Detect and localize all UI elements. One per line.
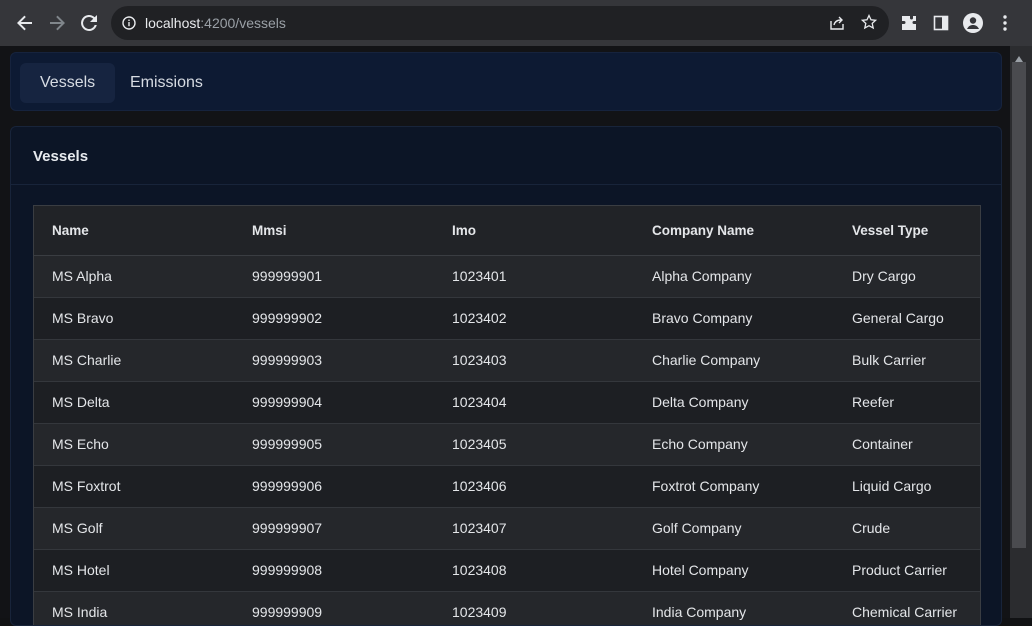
cell-imo: 1023405 (434, 423, 634, 466)
cell-vessel-type: Reefer (834, 381, 980, 424)
cell-company-name: Alpha Company (634, 255, 834, 298)
column-header-vessel-type[interactable]: Vessel Type (834, 206, 980, 256)
table-row[interactable]: MS Bravo 999999902 1023402 Bravo Company Gen… (34, 297, 980, 340)
share-icon[interactable] (829, 15, 845, 36)
cell-company-name: Echo Company (634, 423, 834, 466)
table-row[interactable]: MS Hotel 999999908 1023408 Hotel Company Pro… (34, 549, 980, 592)
cell-vessel-type: Liquid Cargo (834, 465, 980, 508)
cell-mmsi: 999999906 (234, 465, 434, 508)
cell-vessel-type: Dry Cargo (834, 255, 980, 298)
cell-name: MS India (34, 591, 234, 625)
cell-imo: 1023407 (434, 507, 634, 550)
cell-vessel-type: Chemical Carrier (834, 591, 980, 625)
cell-imo: 1023406 (434, 465, 634, 508)
cell-vessel-type: Product Carrier (834, 549, 980, 592)
cell-vessel-type: Container (834, 423, 980, 466)
cell-vessel-type: Crude (834, 507, 980, 550)
column-header-imo[interactable]: Imo (434, 206, 634, 256)
side-panel-icon[interactable] (928, 10, 954, 36)
cell-mmsi: 999999907 (234, 507, 434, 550)
extensions-puzzle-icon[interactable] (896, 10, 922, 36)
table-row[interactable]: MS Delta 999999904 1023404 Delta Company Ree… (34, 381, 980, 424)
cell-company-name: Foxtrot Company (634, 465, 834, 508)
profile-avatar-icon[interactable] (960, 10, 986, 36)
cell-name: MS Golf (34, 507, 234, 550)
reload-icon[interactable] (76, 10, 102, 36)
url-text[interactable]: localhost:4200/vessels (145, 15, 286, 31)
cell-imo: 1023408 (434, 549, 634, 592)
tab-emissions[interactable]: Emissions (110, 63, 223, 103)
cell-company-name: Bravo Company (634, 297, 834, 340)
cell-name: MS Alpha (34, 255, 234, 298)
url-host: localhost (145, 15, 201, 31)
vessels-table-container: Name Mmsi Imo Company Name Vessel Type M… (33, 205, 981, 625)
back-arrow-icon[interactable] (12, 10, 38, 36)
cell-name: MS Echo (34, 423, 234, 466)
cell-mmsi: 999999901 (234, 255, 434, 298)
cell-imo: 1023404 (434, 381, 634, 424)
cell-mmsi: 999999902 (234, 297, 434, 340)
table-row[interactable]: MS Alpha 999999901 1023401 Alpha Company Dry… (34, 255, 980, 298)
cell-company-name: Golf Company (634, 507, 834, 550)
vessels-table: Name Mmsi Imo Company Name Vessel Type M… (34, 206, 980, 625)
table-row[interactable]: MS Foxtrot 999999906 1023406 Foxtrot Compan… (34, 465, 980, 508)
cell-mmsi: 999999908 (234, 549, 434, 592)
cell-mmsi: 999999905 (234, 423, 434, 466)
card-title: Vessels (33, 148, 89, 165)
table-row[interactable]: MS Charlie 999999903 1023403 Charlie Compan… (34, 339, 980, 382)
table-row[interactable]: MS Golf 999999907 1023407 Golf Company Crude (34, 507, 980, 550)
browser-toolbar: localhost:4200/vessels (0, 0, 1032, 46)
table-header-row: Name Mmsi Imo Company Name Vessel Type (34, 206, 980, 256)
cell-vessel-type: Bulk Carrier (834, 339, 980, 382)
cell-imo: 1023403 (434, 339, 634, 382)
forward-arrow-icon[interactable] (44, 10, 70, 36)
scrollbar-thumb[interactable] (1012, 62, 1026, 548)
cell-company-name: Delta Company (634, 381, 834, 424)
card-header: Vessels (11, 127, 1001, 185)
tab-vessels[interactable]: Vessels (20, 63, 116, 103)
cell-vessel-type: General Cargo (834, 297, 980, 340)
more-vert-icon[interactable] (992, 10, 1018, 36)
cell-name: MS Hotel (34, 549, 234, 592)
column-header-company-name[interactable]: Company Name (634, 206, 834, 256)
cell-company-name: Hotel Company (634, 549, 834, 592)
cell-name: MS Delta (34, 381, 234, 424)
tab-bar: Vessels Emissions (10, 52, 1002, 111)
bookmark-star-icon[interactable] (860, 13, 878, 35)
cell-name: MS Charlie (34, 339, 234, 382)
column-header-mmsi[interactable]: Mmsi (234, 206, 434, 256)
vessels-card: Vessels Name Mmsi Imo Company Name Vesse… (10, 126, 1002, 626)
cell-name: MS Foxtrot (34, 465, 234, 508)
info-icon[interactable] (122, 16, 136, 35)
url-path: :4200/vessels (200, 15, 286, 31)
cell-name: MS Bravo (34, 297, 234, 340)
cell-imo: 1023409 (434, 591, 634, 625)
cell-imo: 1023401 (434, 255, 634, 298)
table-row[interactable]: MS Echo 999999905 1023405 Echo Company Conta… (34, 423, 980, 466)
cell-mmsi: 999999909 (234, 591, 434, 625)
table-body: MS Alpha 999999901 1023401 Alpha Company Dry… (34, 255, 980, 625)
address-bar[interactable]: localhost:4200/vessels (111, 6, 889, 40)
cell-mmsi: 999999903 (234, 339, 434, 382)
scroll-up-arrow-icon[interactable] (1014, 50, 1024, 62)
table-row[interactable]: MS India 999999909 1023409 India Company Che… (34, 591, 980, 625)
cell-company-name: Charlie Company (634, 339, 834, 382)
cell-company-name: India Company (634, 591, 834, 625)
cell-imo: 1023402 (434, 297, 634, 340)
cell-mmsi: 999999904 (234, 381, 434, 424)
column-header-name[interactable]: Name (34, 206, 234, 256)
